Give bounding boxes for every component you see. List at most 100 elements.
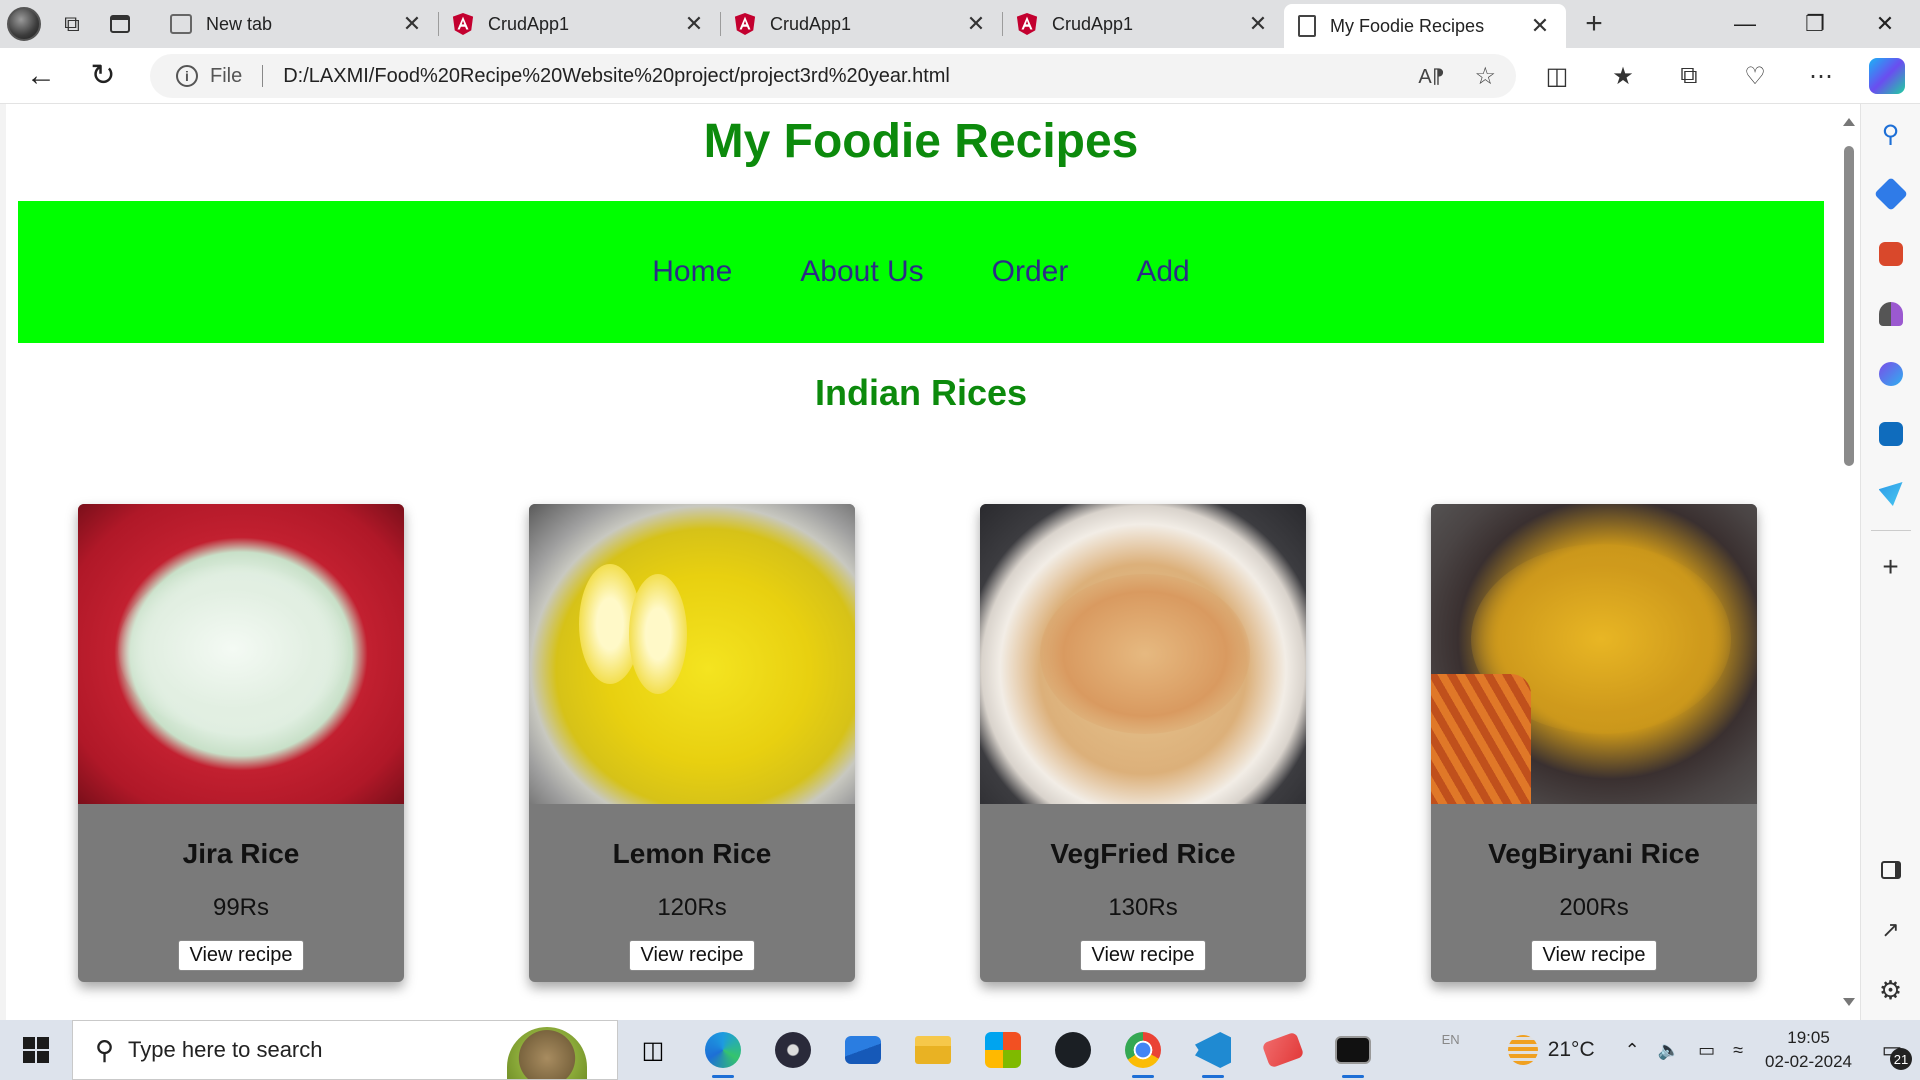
nav-link-add[interactable]: Add xyxy=(1136,255,1189,289)
close-icon[interactable]: ✕ xyxy=(964,11,988,37)
wifi-icon[interactable]: ≈ xyxy=(1733,1040,1743,1061)
plus-icon: + xyxy=(1585,7,1603,40)
taskbar-edge[interactable] xyxy=(688,1020,758,1080)
tab-title: CrudApp1 xyxy=(770,13,852,34)
language-indicator[interactable]: EN xyxy=(1442,1032,1460,1047)
restore-icon: ❐ xyxy=(1805,11,1825,36)
sidebar-settings-button[interactable]: ⚙ xyxy=(1861,960,1920,1020)
address-bar-row: ← ↻ i File D:/LAXMI/Food%20Recipe%20Webs… xyxy=(0,48,1920,104)
taskbar-obs[interactable] xyxy=(758,1020,828,1080)
tray-icons: ⌃ 🔈 ▭ ≈ xyxy=(1625,1040,1743,1061)
mail-icon xyxy=(845,1036,881,1064)
tab-crudapp1[interactable]: CrudApp1 ✕ xyxy=(1002,0,1284,48)
clock-date: 02-02-2024 xyxy=(1765,1052,1852,1071)
search-button[interactable]: ⚲ xyxy=(1861,104,1920,164)
close-window-button[interactable]: ✕ xyxy=(1850,0,1920,48)
info-icon[interactable]: i xyxy=(176,65,198,87)
notification-center-button[interactable]: ▭ 21 xyxy=(1872,1030,1912,1070)
scroll-up-arrow-icon[interactable] xyxy=(1843,118,1855,126)
more-button[interactable]: ⋯ xyxy=(1788,48,1854,104)
close-icon[interactable]: ✕ xyxy=(1246,11,1270,37)
plus-icon: + xyxy=(1882,551,1899,582)
games-button[interactable] xyxy=(1861,284,1920,344)
split-screen-button[interactable]: ◫ xyxy=(1524,48,1590,104)
nav-link-order[interactable]: Order xyxy=(992,255,1069,289)
read-aloud-icon[interactable]: A⁋ xyxy=(1418,64,1444,89)
battery-icon[interactable]: ▭ xyxy=(1698,1040,1715,1061)
tools-button[interactable] xyxy=(1861,224,1920,284)
view-recipe-button[interactable]: View recipe xyxy=(178,940,304,971)
favorites-button[interactable]: ★ xyxy=(1590,48,1656,104)
close-icon[interactable]: ✕ xyxy=(1528,13,1552,39)
back-button[interactable]: ← xyxy=(10,48,72,104)
tab-title: My Foodie Recipes xyxy=(1330,15,1485,36)
weather-widget[interactable]: 21°C xyxy=(1507,1035,1595,1065)
chevron-up-icon[interactable]: ⌃ xyxy=(1625,1040,1640,1061)
recipe-card-list: Jira Rice 99Rs View recipe Lemon Rice 12… xyxy=(6,504,1836,1020)
search-highlight-image[interactable] xyxy=(507,1027,587,1079)
collections-button[interactable]: ⧉ xyxy=(1656,48,1722,104)
taskbar-mail[interactable] xyxy=(828,1020,898,1080)
close-icon[interactable]: ✕ xyxy=(682,11,706,37)
taskbar-search[interactable]: ⚲ Type here to search xyxy=(72,1020,618,1080)
taskbar-chrome[interactable] xyxy=(1108,1020,1178,1080)
recipe-image-vegbiryani-rice xyxy=(1431,504,1757,804)
shopping-button[interactable] xyxy=(1861,164,1920,224)
outlook-button[interactable] xyxy=(1861,404,1920,464)
reload-button[interactable]: ↻ xyxy=(72,48,134,104)
view-recipe-button[interactable]: View recipe xyxy=(1080,940,1206,971)
window-controls: — ❐ ✕ xyxy=(1710,0,1920,48)
vertical-scrollbar[interactable] xyxy=(1836,104,1860,1020)
favorite-star-icon[interactable]: ☆ xyxy=(1474,62,1496,91)
view-recipe-button[interactable]: View recipe xyxy=(1531,940,1657,971)
tab-my-foodie-recipes[interactable]: My Foodie Recipes ✕ xyxy=(1284,4,1566,48)
new-tab-button[interactable]: + xyxy=(1566,0,1622,48)
recipe-card: VegBiryani Rice 200Rs View recipe xyxy=(1431,504,1757,982)
main-navbar: Home About Us Order Add xyxy=(18,201,1824,343)
tab-crudapp1[interactable]: CrudApp1 ✕ xyxy=(438,0,720,48)
tag-icon xyxy=(1873,177,1908,211)
close-icon[interactable]: ✕ xyxy=(400,11,424,37)
recipe-price: 99Rs xyxy=(212,894,270,921)
drop-button[interactable] xyxy=(1861,464,1920,524)
tab-crudapp1[interactable]: CrudApp1 ✕ xyxy=(720,0,1002,48)
taskbar-vscode[interactable] xyxy=(1178,1020,1248,1080)
copilot-icon[interactable] xyxy=(1869,58,1905,94)
task-view-button[interactable]: ◫ xyxy=(618,1020,688,1080)
address-field[interactable]: i File D:/LAXMI/Food%20Recipe%20Website%… xyxy=(150,54,1516,98)
open-external-button[interactable]: ↗ xyxy=(1861,900,1920,960)
recipe-name: Lemon Rice xyxy=(612,838,772,869)
minimize-button[interactable]: — xyxy=(1710,0,1780,48)
chess-icon xyxy=(1878,302,1903,326)
app-icon xyxy=(1261,1031,1305,1069)
restore-button[interactable]: ❐ xyxy=(1780,0,1850,48)
browser-essentials-button[interactable]: ♡ xyxy=(1722,48,1788,104)
favorites-icon: ★ xyxy=(1612,62,1634,90)
scrollbar-thumb[interactable] xyxy=(1844,146,1854,466)
taskbar-store[interactable] xyxy=(968,1020,1038,1080)
clock[interactable]: 19:05 02-02-2024 xyxy=(1765,1026,1852,1074)
tab-new-tab[interactable]: New tab ✕ xyxy=(156,0,438,48)
recipe-image-vegfried-rice xyxy=(980,504,1306,804)
profile-avatar[interactable] xyxy=(0,0,48,48)
nav-link-about-us[interactable]: About Us xyxy=(800,255,923,289)
taskbar-github[interactable] xyxy=(1038,1020,1108,1080)
hide-sidebar-button[interactable] xyxy=(1861,840,1920,900)
recipe-price: 200Rs xyxy=(1559,894,1629,921)
angular-icon xyxy=(734,13,756,35)
microsoft365-button[interactable] xyxy=(1861,344,1920,404)
url-text[interactable]: D:/LAXMI/Food%20Recipe%20Website%20proje… xyxy=(283,65,950,88)
taskbar-app[interactable] xyxy=(1248,1020,1318,1080)
obs-icon xyxy=(775,1032,811,1068)
view-recipe-button[interactable]: View recipe xyxy=(629,940,755,971)
vertical-tabs-button[interactable] xyxy=(96,0,144,48)
taskbar-terminal[interactable] xyxy=(1318,1020,1388,1080)
nav-link-home[interactable]: Home xyxy=(652,255,732,289)
chrome-icon xyxy=(1125,1032,1161,1068)
taskbar-file-explorer[interactable] xyxy=(898,1020,968,1080)
workspaces-button[interactable]: ⧉ xyxy=(48,0,96,48)
scroll-down-arrow-icon[interactable] xyxy=(1843,998,1855,1006)
start-button[interactable] xyxy=(0,1020,72,1080)
add-sidebar-app-button[interactable]: + xyxy=(1861,537,1920,597)
volume-icon[interactable]: 🔈 xyxy=(1658,1040,1680,1061)
